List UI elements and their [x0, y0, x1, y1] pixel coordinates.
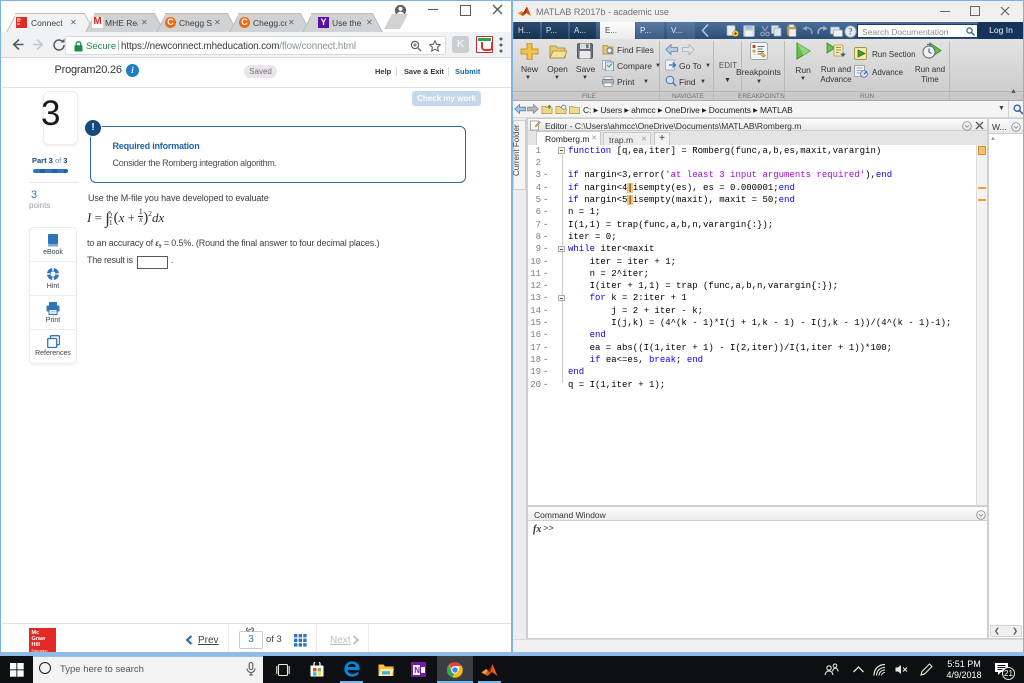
- svg-text:?: ?: [848, 26, 853, 36]
